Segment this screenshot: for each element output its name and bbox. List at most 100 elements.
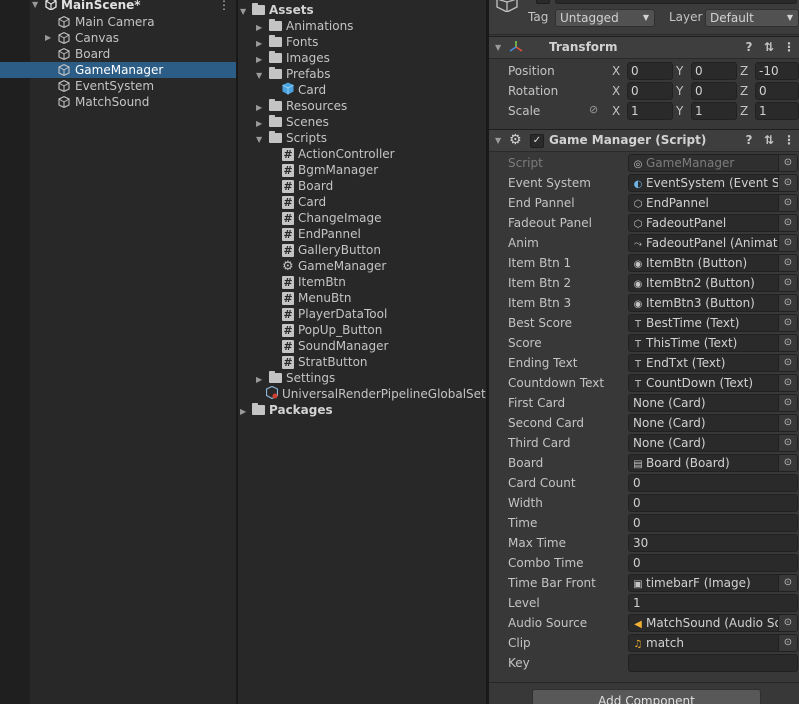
- project-item-folder[interactable]: ▶ Animations: [256, 18, 353, 34]
- constrain-proportions-link-icon[interactable]: ⊘: [589, 103, 598, 116]
- project-item-folder[interactable]: ▶ Fonts: [256, 34, 318, 50]
- project-item-script[interactable]: # ActionController: [282, 146, 395, 162]
- object-picker-icon[interactable]: ⊙: [778, 335, 797, 351]
- project-item-script[interactable]: # BgmManager: [282, 162, 378, 178]
- number-field[interactable]: 0: [628, 554, 798, 572]
- preset-icon[interactable]: ⇅: [762, 37, 776, 58]
- object-picker-icon[interactable]: ⊙: [778, 175, 797, 191]
- object-picker-icon[interactable]: ⊙: [778, 355, 797, 371]
- project-item-folder[interactable]: ▶ Settings: [256, 370, 335, 386]
- project-item-script[interactable]: # Card: [282, 194, 326, 210]
- gm-foldout-arrow-icon[interactable]: ▼: [495, 130, 501, 151]
- object-field[interactable]: T BestTime (Text) ⊙: [628, 314, 798, 332]
- object-field[interactable]: ⤳ FadeoutPanel (Animato ⊙: [628, 234, 798, 252]
- transform-y-input[interactable]: 0: [691, 82, 737, 100]
- hierarchy-item[interactable]: Main Camera: [0, 14, 236, 30]
- project-item-script[interactable]: # ItemBtn: [282, 274, 346, 290]
- game-manager-header[interactable]: ▼ ⚙ ✓ Game Manager (Script) ? ⇅ ⋮: [489, 129, 799, 152]
- object-field[interactable]: ◉ ItemBtn3 (Button) ⊙: [628, 294, 798, 312]
- transform-y-input[interactable]: 0: [691, 62, 737, 80]
- help-icon[interactable]: ?: [742, 130, 756, 151]
- object-field[interactable]: T EndTxt (Text) ⊙: [628, 354, 798, 372]
- object-picker-icon[interactable]: ⊙: [778, 295, 797, 311]
- transform-z-input[interactable]: -10: [755, 62, 799, 80]
- layer-dropdown[interactable]: Default ▼: [705, 9, 799, 27]
- add-component-button[interactable]: Add Component: [532, 689, 761, 704]
- preset-icon[interactable]: ⇅: [762, 130, 776, 151]
- object-field[interactable]: ⬡ FadeoutPanel ⊙: [628, 214, 798, 232]
- project-item-script[interactable]: # PopUp_Button: [282, 322, 382, 338]
- object-picker-icon[interactable]: ⊙: [778, 255, 797, 271]
- object-picker-icon[interactable]: ⊙: [778, 215, 797, 231]
- object-field[interactable]: None (Card) ⊙: [628, 394, 798, 412]
- transform-z-input[interactable]: 0: [755, 82, 799, 100]
- hierarchy-item[interactable]: MatchSound: [0, 94, 236, 110]
- scene-row[interactable]: ▼ MainScene* ⋮: [0, 0, 236, 13]
- project-item-gear[interactable]: ⚙ GameManager: [282, 258, 386, 274]
- object-field[interactable]: ◐ EventSystem (Event Sys ⊙: [628, 174, 798, 192]
- transform-header[interactable]: ▼ Transform ? ⇅ ⋮: [489, 36, 799, 59]
- number-field[interactable]: [628, 654, 798, 672]
- project-item-folder[interactable]: ▶ Resources: [256, 98, 347, 114]
- project-item-folder[interactable]: ▼ Prefabs: [256, 66, 331, 82]
- object-picker-icon[interactable]: ⊙: [778, 275, 797, 291]
- project-item-script[interactable]: # SoundManager: [282, 338, 388, 354]
- expand-arrow-icon[interactable]: ▼: [256, 132, 269, 148]
- object-field[interactable]: ⬡ EndPannel ⊙: [628, 194, 798, 212]
- project-item-script[interactable]: # Board: [282, 178, 333, 194]
- assets-expand-arrow-icon[interactable]: ▼: [240, 4, 252, 20]
- object-picker-icon[interactable]: ⊙: [778, 615, 797, 631]
- number-field[interactable]: 0: [628, 474, 798, 492]
- hierarchy-item[interactable]: ▶ Canvas: [0, 30, 236, 46]
- project-item-script[interactable]: # EndPannel: [282, 226, 361, 242]
- project-item-script[interactable]: # ChangeImage: [282, 210, 382, 226]
- gameobject-name-input[interactable]: [555, 0, 797, 4]
- object-field[interactable]: ▤ Board (Board) ⊙: [628, 454, 798, 472]
- object-picker-icon[interactable]: ⊙: [778, 395, 797, 411]
- project-item-folder[interactable]: ▶ Images: [256, 50, 330, 66]
- object-picker-icon[interactable]: ⊙: [778, 635, 797, 651]
- packages-expand-arrow-icon[interactable]: ▶: [240, 404, 252, 420]
- transform-foldout-arrow-icon[interactable]: ▼: [495, 37, 501, 58]
- hierarchy-item[interactable]: Board: [0, 46, 236, 62]
- object-field[interactable]: ♫ match ⊙: [628, 634, 798, 652]
- project-item-script[interactable]: # StratButton: [282, 354, 368, 370]
- object-field[interactable]: ◀ MatchSound (Audio Sou ⊙: [628, 614, 798, 632]
- object-picker-icon[interactable]: ⊙: [778, 235, 797, 251]
- object-field[interactable]: ▣ timebarF (Image) ⊙: [628, 574, 798, 592]
- project-item-script[interactable]: # PlayerDataTool: [282, 306, 387, 322]
- object-picker-icon[interactable]: ⊙: [778, 435, 797, 451]
- object-field[interactable]: T CountDown (Text) ⊙: [628, 374, 798, 392]
- object-picker-icon[interactable]: ⊙: [778, 375, 797, 391]
- hierarchy-item[interactable]: EventSystem: [0, 78, 236, 94]
- object-field[interactable]: ◉ ItemBtn (Button) ⊙: [628, 254, 798, 272]
- object-field[interactable]: None (Card) ⊙: [628, 414, 798, 432]
- object-picker-icon[interactable]: ⊙: [778, 455, 797, 471]
- object-picker-icon[interactable]: ⊙: [778, 415, 797, 431]
- transform-x-input[interactable]: 1: [627, 102, 673, 120]
- object-picker-icon[interactable]: ⊙: [778, 195, 797, 211]
- context-menu-icon[interactable]: ⋮: [782, 37, 796, 58]
- number-field[interactable]: 0: [628, 494, 798, 512]
- tag-dropdown[interactable]: Untagged ▼: [555, 9, 655, 27]
- context-menu-icon[interactable]: ⋮: [782, 130, 796, 151]
- object-field[interactable]: T ThisTime (Text) ⊙: [628, 334, 798, 352]
- project-item-script[interactable]: # GalleryButton: [282, 242, 381, 258]
- project-item-folder[interactable]: ▼ Scripts: [256, 130, 327, 146]
- object-picker-icon[interactable]: ⊙: [778, 155, 797, 171]
- packages-root[interactable]: ▶ Packages: [240, 402, 333, 418]
- object-picker-icon[interactable]: ⊙: [778, 315, 797, 331]
- active-checkbox[interactable]: [536, 0, 550, 4]
- transform-x-input[interactable]: 0: [627, 82, 673, 100]
- help-icon[interactable]: ?: [742, 37, 756, 58]
- object-picker-icon[interactable]: ⊙: [778, 575, 797, 591]
- project-item-folder[interactable]: ▶ Scenes: [256, 114, 329, 130]
- number-field[interactable]: 0: [628, 514, 798, 532]
- scene-menu-icon[interactable]: ⋮: [218, 0, 230, 13]
- expand-arrow-icon[interactable]: ▼: [256, 68, 269, 84]
- project-item-prefab[interactable]: Card: [282, 82, 326, 98]
- transform-z-input[interactable]: 1: [755, 102, 799, 120]
- object-field[interactable]: None (Card) ⊙: [628, 434, 798, 452]
- expand-arrow-icon[interactable]: ▶: [45, 30, 51, 46]
- object-field[interactable]: ◉ ItemBtn2 (Button) ⊙: [628, 274, 798, 292]
